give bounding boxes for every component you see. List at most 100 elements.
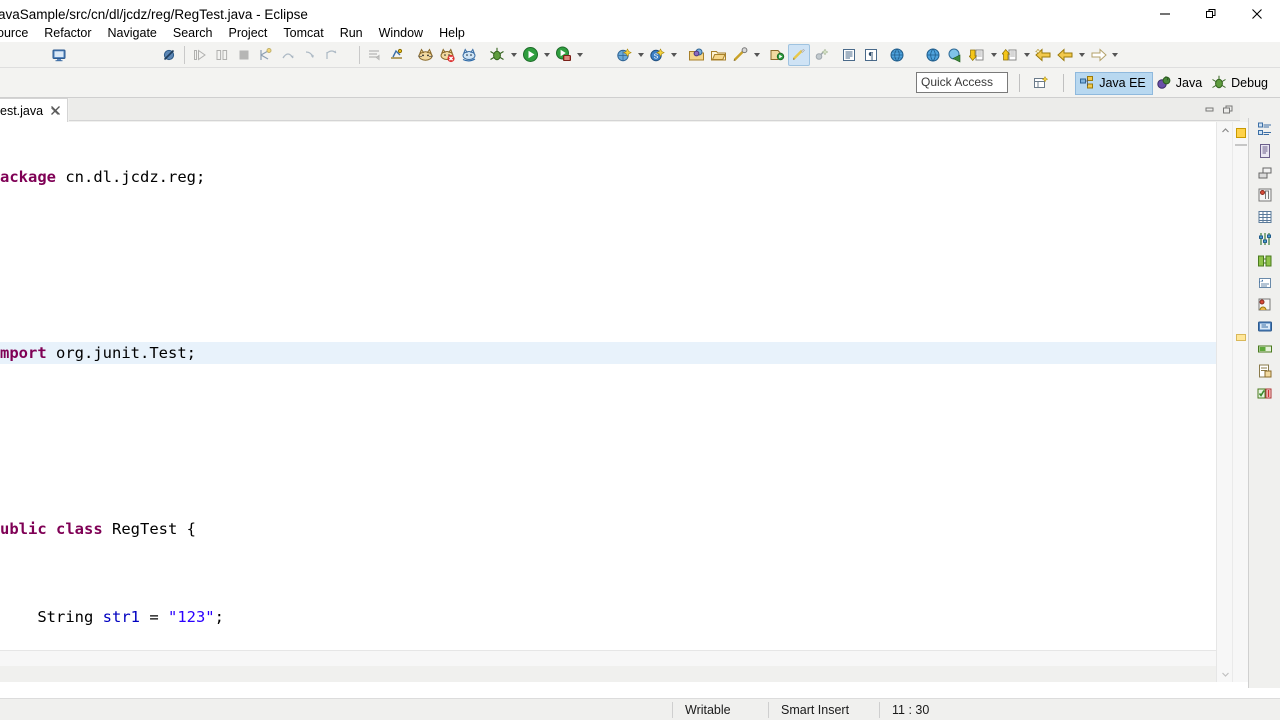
run-external-icon[interactable] (944, 44, 966, 66)
editor-tab-regtest[interactable]: est.java (0, 98, 69, 122)
warning-marker[interactable] (1236, 128, 1246, 138)
keyword-package: ackage (0, 168, 56, 186)
menu-window[interactable]: Window (371, 23, 431, 43)
run-server-dropdown-arrow[interactable] (574, 44, 585, 66)
menu-tomcat[interactable]: Tomcat (275, 23, 331, 43)
ruler-separator (1235, 144, 1247, 146)
quick-access-input[interactable]: Quick Access (916, 72, 1008, 93)
new-java-project-dropdown-arrow[interactable] (635, 44, 646, 66)
junit-icon[interactable] (1249, 382, 1280, 404)
markers-icon[interactable] (1249, 272, 1280, 294)
back-icon[interactable] (1032, 44, 1054, 66)
next-annotation-icon[interactable] (966, 44, 988, 66)
editor-minimize-button[interactable] (1202, 102, 1218, 118)
forward-icon[interactable] (1087, 44, 1109, 66)
keyword-public: ublic (0, 520, 47, 538)
problems-icon[interactable] (1249, 294, 1280, 316)
debug-icon[interactable] (486, 44, 508, 66)
validate-icon[interactable] (386, 44, 408, 66)
data-source-explorer-icon[interactable] (1249, 206, 1280, 228)
terminate-icon[interactable] (233, 44, 255, 66)
previous-annotation-dropdown-arrow[interactable] (1021, 44, 1032, 66)
occurrence-marker[interactable] (1236, 334, 1246, 341)
scroll-down-button[interactable] (1217, 666, 1233, 682)
perspective-java[interactable]: Java (1153, 72, 1208, 95)
perspective-java-ee[interactable]: Java EE (1075, 71, 1153, 95)
save-icon[interactable] (48, 44, 70, 66)
menu-help[interactable]: Help (431, 23, 473, 43)
new-perspective-icon[interactable] (1030, 73, 1052, 93)
search-pen-icon[interactable] (729, 44, 751, 66)
resume-icon[interactable] (189, 44, 211, 66)
vertical-scrollbar[interactable] (1216, 122, 1232, 682)
open-resource-icon[interactable] (707, 44, 729, 66)
run-server-icon[interactable] (552, 44, 574, 66)
code-editor[interactable]: ackage cn.dl.jcdz.reg; mport org.junit.T… (0, 122, 1232, 682)
project-explorer-icon[interactable] (1249, 118, 1280, 140)
editor-maximize-button[interactable] (1220, 102, 1236, 118)
perspective-separator-1 (1019, 74, 1020, 92)
new-servlet-icon[interactable]: S (646, 44, 668, 66)
horizontal-scrollbar[interactable] (0, 650, 1232, 666)
perspective-debug[interactable]: Debug (1208, 72, 1274, 95)
java-ee-perspective-icon (1079, 75, 1095, 91)
outline-icon[interactable] (1249, 140, 1280, 162)
forward-dropdown-arrow[interactable] (1109, 44, 1120, 66)
search-view-icon[interactable] (1249, 360, 1280, 382)
new-servlet-dropdown-arrow[interactable] (668, 44, 679, 66)
progress-icon[interactable] (1249, 338, 1280, 360)
menu-refactor[interactable]: Refactor (36, 23, 99, 43)
menu-project[interactable]: Project (220, 23, 275, 43)
editor-bottom-strip (0, 666, 1232, 682)
previous-annotation-icon[interactable] (999, 44, 1021, 66)
window-title: avaSample/src/cn/dl/jcdz/reg/RegTest.jav… (0, 6, 308, 22)
tomcat-start-icon[interactable] (414, 44, 436, 66)
servers-icon[interactable] (1249, 162, 1280, 184)
back-history-icon[interactable] (1054, 44, 1076, 66)
run-dropdown-arrow[interactable] (541, 44, 552, 66)
menu-source[interactable]: ource (0, 23, 36, 43)
keyword-class: class (56, 520, 103, 538)
step-return-icon[interactable] (299, 44, 321, 66)
snippets-icon[interactable] (1249, 184, 1280, 206)
back-dropdown-arrow[interactable] (1076, 44, 1087, 66)
tomcat-restart-icon[interactable] (458, 44, 480, 66)
open-type-icon[interactable] (685, 44, 707, 66)
new-java-project-icon[interactable] (613, 44, 635, 66)
menu-search[interactable]: Search (165, 23, 221, 43)
skip-breakpoints-icon[interactable] (158, 44, 180, 66)
properties-icon[interactable] (1249, 228, 1280, 250)
eclipse-window: avaSample/src/cn/dl/jcdz/reg/RegTest.jav… (0, 0, 1280, 720)
menu-run[interactable]: Run (332, 23, 371, 43)
menu-navigate[interactable]: Navigate (100, 23, 165, 43)
open-web-browser-icon[interactable] (922, 44, 944, 66)
tomcat-stop-icon[interactable] (436, 44, 458, 66)
web-browser-icon[interactable] (886, 44, 908, 66)
debug-dropdown-arrow[interactable] (508, 44, 519, 66)
toggle-mark-occurrences-icon[interactable] (788, 43, 810, 66)
scroll-up-button[interactable] (1217, 122, 1233, 138)
build-all-icon[interactable] (364, 44, 386, 66)
status-writable: Writable (685, 702, 731, 717)
search-pen-dropdown-arrow[interactable] (751, 44, 762, 66)
keyword-import: mport (0, 344, 47, 362)
editor-extra-maximize-button[interactable] (1260, 102, 1276, 118)
show-paragraph-icon[interactable]: ¶ (860, 44, 882, 66)
show-whitespace-icon[interactable] (838, 44, 860, 66)
suspend-icon[interactable] (211, 44, 233, 66)
step-out-icon[interactable] (321, 44, 343, 66)
close-icon[interactable] (49, 105, 61, 117)
step-over-icon[interactable] (277, 44, 299, 66)
console-icon[interactable] (1249, 316, 1280, 338)
step-into-icon[interactable] (255, 44, 277, 66)
field-type: String (0, 608, 103, 626)
external-tools-icon[interactable] (810, 44, 832, 66)
perspective-debug-label: Debug (1231, 76, 1268, 90)
run-icon[interactable] (519, 44, 541, 66)
palette-icon[interactable] (1249, 250, 1280, 272)
marker-icon[interactable] (766, 44, 788, 66)
overview-ruler[interactable] (1232, 122, 1248, 682)
next-annotation-dropdown-arrow[interactable] (988, 44, 999, 66)
